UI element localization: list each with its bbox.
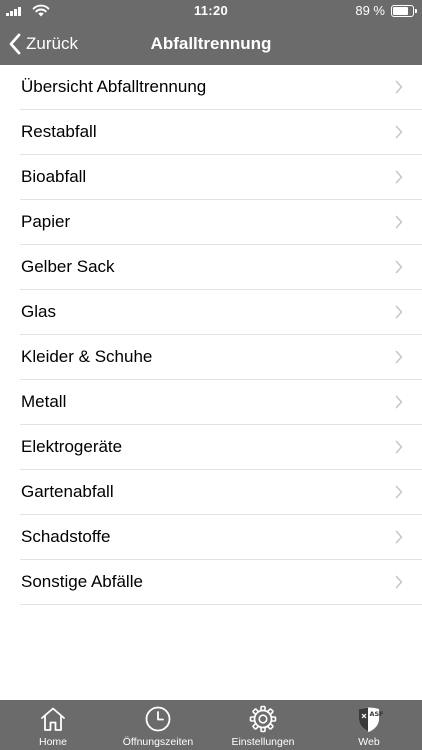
asf-shield-icon: ASF <box>359 707 384 732</box>
chevron-right-icon <box>395 170 403 184</box>
chevron-right-icon <box>395 125 403 139</box>
waste-category-list: Übersicht Abfalltrennung Restabfall Bioabf… <box>0 65 422 605</box>
back-button[interactable]: Zurück <box>8 22 78 65</box>
list-item-label: Sonstige Abfälle <box>21 572 143 591</box>
list-item[interactable]: Gelber Sack <box>20 245 422 290</box>
tab-label: Öffnungszeiten <box>122 736 194 748</box>
list-item-label: Übersicht Abfalltrennung <box>21 77 207 96</box>
battery-icon <box>391 5 417 17</box>
chevron-right-icon <box>395 305 403 319</box>
header: 11:20 89 % Abfalltrennung Zurück <box>0 0 422 65</box>
chevron-right-icon <box>395 485 403 499</box>
list-item[interactable]: Restabfall <box>20 110 422 155</box>
back-button-label: Zurück <box>26 33 78 53</box>
chevron-right-icon <box>395 80 403 94</box>
tab-öffnungszeiten[interactable]: Öffnungszeiten <box>106 700 211 750</box>
tab-label: Home <box>38 736 67 748</box>
chevron-right-icon <box>395 260 403 274</box>
svg-text:ASF: ASF <box>370 710 384 718</box>
list-item[interactable]: Metall <box>20 380 422 425</box>
battery-fill <box>393 7 408 15</box>
tab-home[interactable]: Home <box>1 700 106 750</box>
list-item-label: Gelber Sack <box>21 257 115 276</box>
chevron-right-icon <box>395 530 403 544</box>
list-item[interactable]: Bioabfall <box>20 155 422 200</box>
tab-label: Einstellungen <box>231 736 295 748</box>
app-screen: 11:20 89 % Abfalltrennung Zurück Übersic… <box>0 0 422 750</box>
list-item[interactable]: Schadstoffe <box>20 515 422 560</box>
list-item[interactable]: Kleider & Schuhe <box>20 335 422 380</box>
tab-einstellungen[interactable]: Einstellungen <box>211 700 316 750</box>
list-item-label: Papier <box>21 212 71 231</box>
list-item-label: Elektrogeräte <box>21 437 123 456</box>
tab-label: Web <box>358 736 380 748</box>
status-bar: 11:20 89 % <box>0 0 422 22</box>
chevron-right-icon <box>395 350 403 364</box>
clock-icon <box>145 706 171 732</box>
tab-web[interactable]: ASF Web <box>317 700 422 750</box>
list-item-label: Schadstoffe <box>21 527 111 546</box>
list-item-label: Metall <box>21 392 67 411</box>
list-item-label: Restabfall <box>21 122 97 141</box>
list-item[interactable]: Sonstige Abfälle <box>20 560 422 605</box>
chevron-left-icon <box>9 33 21 54</box>
list-item-label: Glas <box>21 302 56 321</box>
tab-bar: Home Öffnungszeiten Einstellungen ASF Web <box>0 700 422 750</box>
list-item[interactable]: Glas <box>20 290 422 335</box>
list-item-label: Gartenabfall <box>21 482 114 501</box>
chevron-right-icon <box>395 215 403 229</box>
list-item-label: Kleider & Schuhe <box>21 347 153 366</box>
chevron-right-icon <box>395 575 403 589</box>
list-item-label: Bioabfall <box>21 167 87 186</box>
gear-icon <box>249 705 277 733</box>
list-item[interactable]: Gartenabfall <box>20 470 422 515</box>
nav-bar: Abfalltrennung Zurück <box>0 22 422 65</box>
list-item[interactable]: Elektrogeräte <box>20 425 422 470</box>
home-icon <box>41 707 65 731</box>
battery-percentage: 89 % <box>355 3 385 18</box>
chevron-right-icon <box>395 440 403 454</box>
list-item[interactable]: Papier <box>20 200 422 245</box>
chevron-right-icon <box>395 395 403 409</box>
list-item[interactable]: Übersicht Abfalltrennung <box>20 65 422 110</box>
